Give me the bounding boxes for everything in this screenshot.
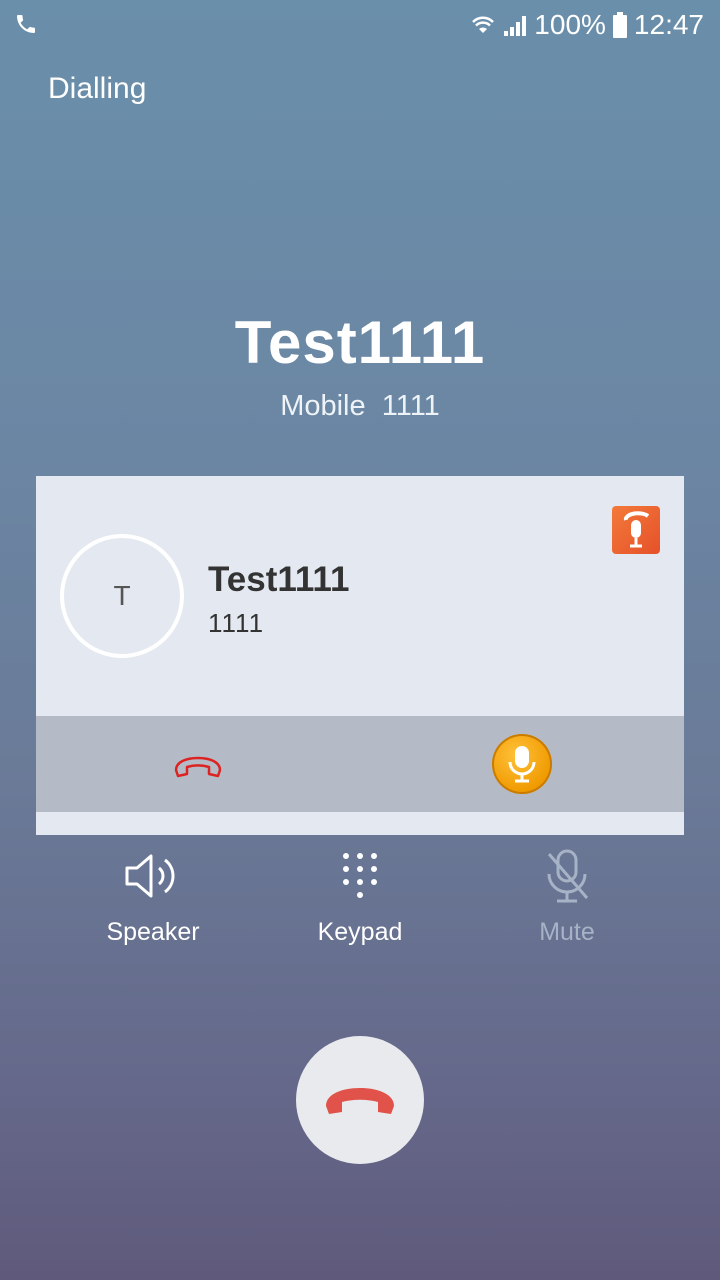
battery-percent: 100% [534, 9, 606, 40]
keypad-icon [343, 853, 377, 898]
wifi-icon [472, 16, 495, 33]
mute-mic-icon [547, 849, 589, 903]
keypad-label: Keypad [317, 918, 403, 946]
number-label: Mobile [280, 390, 366, 422]
call-recorder-app-icon[interactable] [612, 506, 660, 554]
phone-call-icon [17, 15, 35, 33]
call-recorder-card: T Test1111 1111 [36, 476, 684, 835]
contact-number-line: Mobile 1111 [0, 390, 720, 423]
card-contact-name: Test1111 [208, 560, 350, 599]
speaker-button[interactable]: Speaker [53, 840, 253, 947]
microphone-icon [508, 746, 536, 783]
avatar: T [60, 534, 184, 658]
phone-number: 1111 [381, 390, 440, 422]
card-action-bar [36, 716, 684, 812]
status-bar: 100% 12:47 [0, 0, 720, 50]
keypad-button[interactable]: Keypad [260, 840, 460, 947]
mute-button[interactable]: Mute [467, 840, 667, 947]
end-call-button[interactable] [296, 1036, 424, 1164]
call-state: Dialling [48, 72, 147, 105]
battery-icon [612, 12, 627, 38]
end-call-icon [326, 1088, 394, 1114]
signal-icon [504, 16, 527, 36]
hangup-icon[interactable] [172, 750, 224, 780]
contact-name: Test1111 [234, 309, 486, 376]
speaker-label: Speaker [106, 918, 200, 946]
mute-label: Mute [539, 918, 595, 946]
clock: 12:47 [633, 9, 704, 40]
record-mic-button[interactable] [492, 734, 552, 794]
speaker-icon [125, 854, 175, 898]
avatar-letter: T [113, 580, 131, 611]
card-contact-number: 1111 [208, 608, 265, 638]
